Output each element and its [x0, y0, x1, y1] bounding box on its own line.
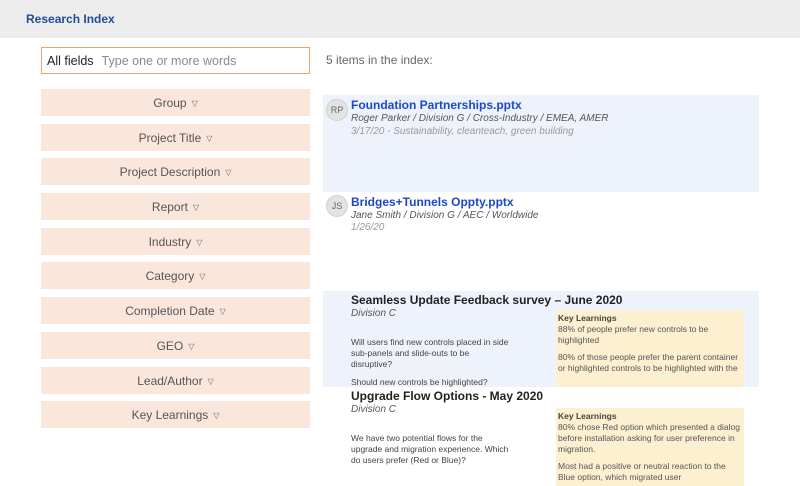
filter-label: Key Learnings [131, 407, 209, 422]
filter-label: GEO [156, 338, 184, 353]
filter-report[interactable]: Report ▽ [41, 193, 310, 220]
result-file-title[interactable]: Foundation Partnerships.pptx [351, 98, 522, 112]
key-learnings-title: Key Learnings [558, 411, 617, 421]
chevron-down-icon: ▽ [206, 133, 213, 143]
filter-label: Report [151, 199, 188, 214]
filter-group[interactable]: Group ▽ [41, 89, 310, 116]
key-learning-item: 80% chose Red option which presented a d… [558, 422, 740, 455]
survey-title[interactable]: Seamless Update Feedback survey – June 2… [351, 293, 622, 307]
chevron-down-icon: ▽ [196, 237, 203, 247]
chevron-down-icon: ▽ [219, 306, 226, 316]
filter-project-description[interactable]: Project Description ▽ [41, 158, 310, 185]
chevron-down-icon: ▽ [188, 341, 195, 351]
filter-lead-author[interactable]: Lead/Author ▽ [41, 367, 310, 394]
search-box[interactable]: All fields [41, 47, 310, 74]
result-date-tags: 3/17/20 - Sustainability, cleanteach, gr… [351, 126, 574, 137]
key-learning-item: Most had a positive or neutral reaction … [558, 461, 726, 483]
chevron-down-icon: ▽ [225, 167, 232, 177]
survey-division: Division C [351, 308, 397, 319]
chevron-down-icon: ▽ [191, 98, 198, 108]
survey-division: Division C [351, 404, 397, 415]
filter-label: Completion Date [125, 303, 215, 318]
chevron-down-icon: ▽ [213, 410, 220, 420]
filter-key-learnings[interactable]: Key Learnings ▽ [41, 401, 310, 428]
survey-title[interactable]: Upgrade Flow Options - May 2020 [351, 389, 543, 403]
chevron-down-icon: ▽ [207, 376, 214, 386]
key-learnings-title: Key Learnings [558, 313, 617, 323]
chevron-down-icon: ▽ [199, 271, 206, 281]
filter-label: Industry [148, 234, 192, 249]
chevron-down-icon: ▽ [192, 202, 200, 212]
filter-geo[interactable]: GEO ▽ [41, 332, 310, 359]
result-meta: Jane Smith / Division G / AEC / Worldwid… [351, 210, 539, 221]
filter-project-title[interactable]: Project Title ▽ [41, 124, 310, 151]
search-input[interactable] [101, 53, 292, 68]
key-learnings-panel: Key Learnings 80% chose Red option which… [556, 408, 744, 486]
top-bar: Research Index [0, 0, 800, 38]
filter-label: Lead/Author [137, 373, 203, 388]
app-title: Research Index [26, 12, 115, 26]
survey-question: Should new controls be highlighted? [351, 377, 488, 387]
result-meta: Roger Parker / Division G / Cross-Indust… [351, 113, 609, 124]
avatar: RP [326, 99, 348, 121]
filter-label: Project Title [138, 130, 202, 145]
filter-industry[interactable]: Industry ▽ [41, 228, 310, 255]
filter-label: Group [153, 95, 187, 110]
filter-label: Project Description [119, 164, 221, 179]
result-date-tags: 1/26/20 [351, 222, 385, 233]
avatar: JS [326, 195, 348, 217]
filter-category[interactable]: Category ▽ [41, 262, 310, 289]
result-file-title[interactable]: Bridges+Tunnels Oppty.pptx [351, 195, 514, 209]
survey-question: Will users find new controls placed in s… [351, 337, 509, 370]
search-scope-label[interactable]: All fields [47, 54, 94, 68]
key-learnings-panel: Key Learnings 88% of people prefer new c… [556, 310, 744, 387]
survey-question: We have two potential flows for the upgr… [351, 433, 509, 466]
key-learning-item: 80% of those people prefer the parent co… [558, 352, 739, 374]
filter-completion-date[interactable]: Completion Date ▽ [41, 297, 310, 324]
results-count: 5 items in the index: [326, 53, 433, 67]
filter-label: Category [145, 268, 195, 283]
key-learning-item: 88% of people prefer new controls to be … [558, 324, 709, 346]
